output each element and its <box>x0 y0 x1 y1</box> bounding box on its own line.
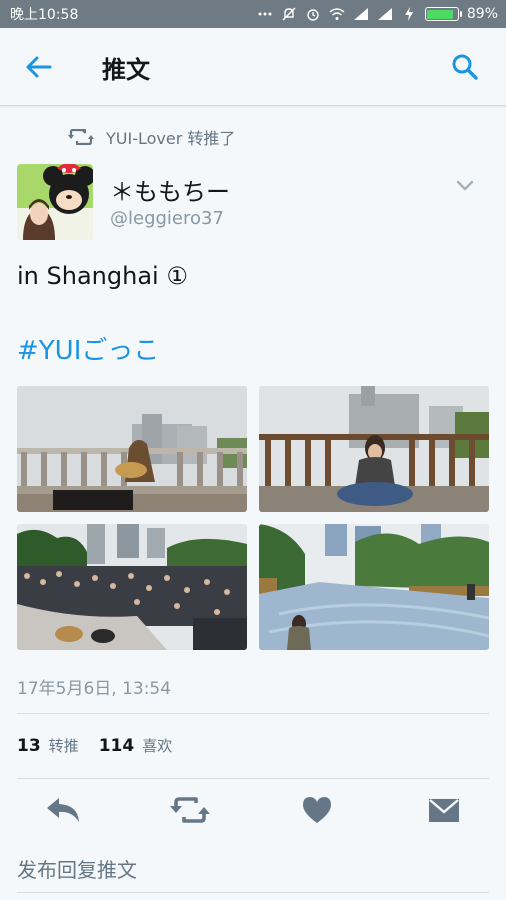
battery-icon <box>424 7 462 21</box>
status-bar: 晚上10:58 89% <box>0 0 506 28</box>
charging-icon <box>401 7 417 21</box>
battery-fill <box>427 9 454 19</box>
hashtag-link[interactable]: #YUIごっこ <box>17 330 159 367</box>
chevron-down-icon <box>456 180 474 191</box>
tweet-timestamp: 17年5月6日, 13:54 <box>17 679 172 699</box>
page-title: 推文 <box>102 56 150 84</box>
tweet-stats: 13 转推 114 喜欢 <box>17 735 192 756</box>
signal-icon <box>353 7 369 21</box>
arrow-left-icon <box>26 56 52 78</box>
divider <box>17 713 489 714</box>
heart-icon <box>303 797 331 823</box>
like-count-label[interactable]: 喜欢 <box>142 735 172 756</box>
retweet-button[interactable] <box>170 794 210 826</box>
author-handle[interactable]: @leggiero37 <box>110 208 224 229</box>
more-dots-icon <box>257 7 273 21</box>
author-name[interactable]: ＊ももちー <box>110 172 230 207</box>
retweet-context-label: YUI-Lover 转推了 <box>106 129 236 148</box>
alarm-icon <box>305 7 321 21</box>
retweet-count-label[interactable]: 转推 <box>49 735 79 756</box>
tweet-photo[interactable] <box>259 386 489 512</box>
search-button[interactable] <box>448 50 482 84</box>
retweet-count[interactable]: 13 <box>17 736 41 756</box>
tweet-text: in Shanghai ① <box>17 262 188 290</box>
mute-bell-icon <box>281 7 297 21</box>
tweet-menu-button[interactable] <box>452 176 478 196</box>
divider <box>17 892 489 893</box>
signal-icon-2 <box>377 7 393 21</box>
tweet-photo[interactable] <box>17 524 247 650</box>
reply-button[interactable] <box>43 794 83 826</box>
app-bar: 推文 <box>0 28 506 106</box>
author-avatar[interactable] <box>17 164 93 240</box>
envelope-icon <box>429 799 459 822</box>
search-icon <box>452 54 478 80</box>
retweet-icon <box>170 797 210 823</box>
reply-input[interactable]: 发布回复推文 <box>17 854 137 883</box>
tweet-photo[interactable] <box>259 524 489 650</box>
divider <box>17 778 489 779</box>
tweet-photo[interactable] <box>17 386 247 512</box>
status-icons: 89% <box>257 6 498 22</box>
battery-percent: 89% <box>466 6 498 22</box>
reply-icon <box>47 798 79 822</box>
back-button[interactable] <box>22 52 56 82</box>
like-count[interactable]: 114 <box>99 736 135 756</box>
retweet-context[interactable]: YUI-Lover 转推了 <box>68 125 235 149</box>
status-time: 晚上10:58 <box>10 7 79 23</box>
like-button[interactable] <box>297 794 337 826</box>
retweet-icon <box>68 129 94 145</box>
direct-message-button[interactable] <box>424 794 464 826</box>
wifi-icon <box>329 7 345 21</box>
